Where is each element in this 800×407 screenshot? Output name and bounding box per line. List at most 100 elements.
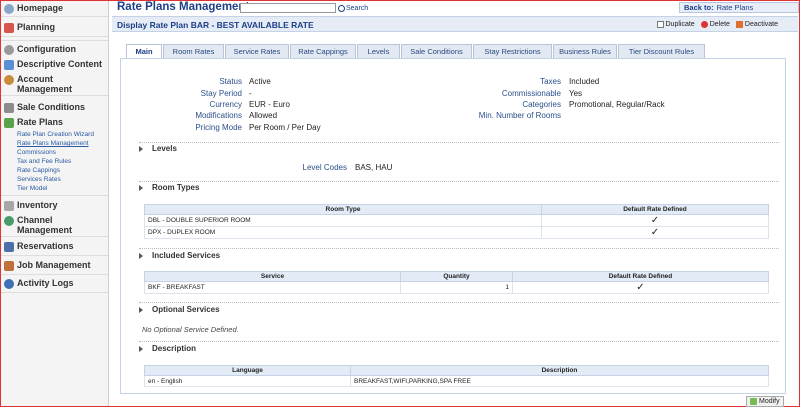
levels-section-header[interactable]: Levels: [139, 144, 177, 153]
sidebar-item-label: Job Management: [17, 260, 91, 270]
included-services-heading: Included Services: [152, 251, 221, 260]
expand-arrow-icon: [139, 306, 143, 313]
page-actions: Duplicate Delete Deactivate: [656, 21, 778, 28]
tab-stay-restrictions[interactable]: Stay Restrictions: [473, 44, 552, 58]
sidebar-item-label: Homepage: [17, 3, 64, 13]
column-header-quantity: Quantity: [400, 271, 513, 282]
taxes-value: Included: [569, 77, 600, 86]
deactivate-icon: [735, 21, 743, 28]
column-header-default-rate: Default Rate Defined: [512, 271, 769, 282]
sidebar-item-label: Planning: [17, 22, 55, 32]
description-section-header[interactable]: Description: [139, 344, 196, 353]
divider: [139, 341, 779, 342]
tab-sale-conditions[interactable]: Sale Conditions: [401, 44, 472, 58]
description-heading: Description: [152, 344, 197, 353]
tab-rate-cappings[interactable]: Rate Cappings: [290, 44, 356, 58]
sidebar-item-rate-plans[interactable]: Rate Plans: [1, 115, 108, 130]
tab-tier-discount-rules[interactable]: Tier Discount Rules: [618, 44, 705, 58]
level-codes-label: Level Codes: [302, 163, 347, 172]
tab-room-rates[interactable]: Room Rates: [163, 44, 224, 58]
table-row: BKF - BREAKFAST 1 ✓: [144, 281, 769, 294]
tab-main[interactable]: Main: [126, 44, 162, 59]
divider: [139, 302, 779, 303]
sidebar-item-homepage[interactable]: Homepage: [1, 1, 108, 17]
sidebar-item-label: Activity Logs: [17, 278, 74, 288]
sidebar-item-planning[interactable]: Planning: [1, 17, 108, 37]
min-rooms-label: Min. Number of Rooms: [478, 111, 561, 120]
expand-arrow-icon: [139, 252, 143, 259]
sidebar-subitem-commissions[interactable]: Commissions: [1, 148, 108, 157]
column-header-default-rate: Default Rate Defined: [541, 204, 769, 215]
room-types-table: Room Type Default Rate Defined DBL - DOU…: [144, 204, 769, 239]
duplicate-icon: [656, 21, 664, 28]
sidebar-item-reservations[interactable]: Reservations: [1, 237, 108, 256]
sidebar-item-label: Configuration: [17, 44, 76, 54]
home-icon: [4, 4, 14, 14]
column-header-language: Language: [144, 365, 351, 376]
duplicate-button[interactable]: Duplicate: [656, 21, 695, 28]
globe-icon: [4, 216, 14, 226]
cart-icon: [4, 103, 14, 113]
divider: [139, 181, 779, 182]
modifications-label: Modifications: [195, 111, 242, 120]
optional-services-section-header[interactable]: Optional Services: [139, 305, 220, 314]
tab-business-rules[interactable]: Business Rules: [553, 44, 617, 58]
taxes-label: Taxes: [540, 77, 561, 86]
sidebar-subitem-rate-cappings[interactable]: Rate Cappings: [1, 166, 108, 175]
duplicate-label: Duplicate: [665, 21, 695, 28]
back-to-link[interactable]: Back to: Rate Plans: [679, 2, 799, 13]
sidebar-subitem-tier-model[interactable]: Tier Model: [1, 184, 108, 193]
description-table: Language Description en - English BREAKF…: [144, 365, 769, 387]
tab-levels[interactable]: Levels: [357, 44, 400, 58]
table-row: DBL - DOUBLE SUPERIOR ROOM ✓: [144, 214, 769, 227]
sidebar: Homepage Planning Configuration Descript…: [1, 1, 109, 406]
sidebar-subitem-rate-plans-management[interactable]: Rate Plans Management: [1, 139, 108, 148]
deactivate-button[interactable]: Deactivate: [735, 21, 778, 28]
expand-arrow-icon: [139, 184, 143, 191]
sidebar-item-sale-conditions[interactable]: Sale Conditions: [1, 96, 108, 115]
activity-icon: [4, 279, 14, 289]
delete-label: Delete: [709, 21, 730, 28]
search-input[interactable]: [240, 3, 336, 13]
status-label: Status: [219, 77, 242, 86]
briefcase-icon: [4, 261, 14, 271]
modifications-value: Allowed: [249, 111, 278, 120]
sidebar-item-job-management[interactable]: Job Management: [1, 256, 108, 275]
delete-button[interactable]: Delete: [700, 21, 730, 28]
room-types-heading: Room Types: [152, 183, 200, 192]
book-icon: [4, 242, 14, 252]
edit-icon: [750, 398, 757, 405]
sidebar-subitem-tax-and-fee-rules[interactable]: Tax and Fee Rules: [1, 157, 108, 166]
sidebar-item-inventory[interactable]: Inventory: [1, 196, 108, 213]
sidebar-item-channel-management[interactable]: Channel Management: [1, 213, 108, 237]
sidebar-item-descriptive-content[interactable]: Descriptive Content: [1, 57, 108, 72]
gear-icon: [4, 45, 14, 55]
status-value: Active: [249, 77, 271, 86]
categories-label: Categories: [522, 100, 561, 109]
included-services-section-header[interactable]: Included Services: [139, 251, 220, 260]
table-row: DPX - DUPLEX ROOM ✓: [144, 226, 769, 239]
back-to-label: Back to:: [684, 3, 714, 12]
expand-arrow-icon: [139, 145, 143, 152]
checkmark-icon: ✓: [512, 281, 769, 294]
tab-service-rates[interactable]: Service Rates: [225, 44, 289, 58]
modify-button[interactable]: Modify: [746, 396, 784, 407]
checkmark-icon: ✓: [541, 226, 769, 239]
tag-icon: [4, 118, 14, 128]
sidebar-item-label: Channel Management: [17, 215, 73, 235]
currency-label: Currency: [209, 100, 242, 109]
sidebar-item-activity-logs[interactable]: Activity Logs: [1, 275, 108, 293]
sidebar-item-label: Sale Conditions: [17, 102, 86, 112]
search-button[interactable]: Search: [338, 3, 368, 13]
column-header-room-type: Room Type: [144, 204, 542, 215]
search-button-label: Search: [346, 4, 369, 12]
levels-heading: Levels: [152, 144, 177, 153]
room-types-section-header[interactable]: Room Types: [139, 183, 199, 192]
sidebar-item-account-management[interactable]: Account Management: [1, 72, 108, 96]
sidebar-item-configuration[interactable]: Configuration: [1, 41, 108, 57]
optional-services-heading: Optional Services: [152, 305, 220, 314]
calendar-icon: [4, 23, 14, 33]
sidebar-subitem-rate-plan-creation-wizard[interactable]: Rate Plan Creation Wizard: [1, 130, 108, 139]
sidebar-subitem-services-rates[interactable]: Services Rates: [1, 175, 108, 184]
room-type-cell: DPX - DUPLEX ROOM: [144, 226, 542, 239]
